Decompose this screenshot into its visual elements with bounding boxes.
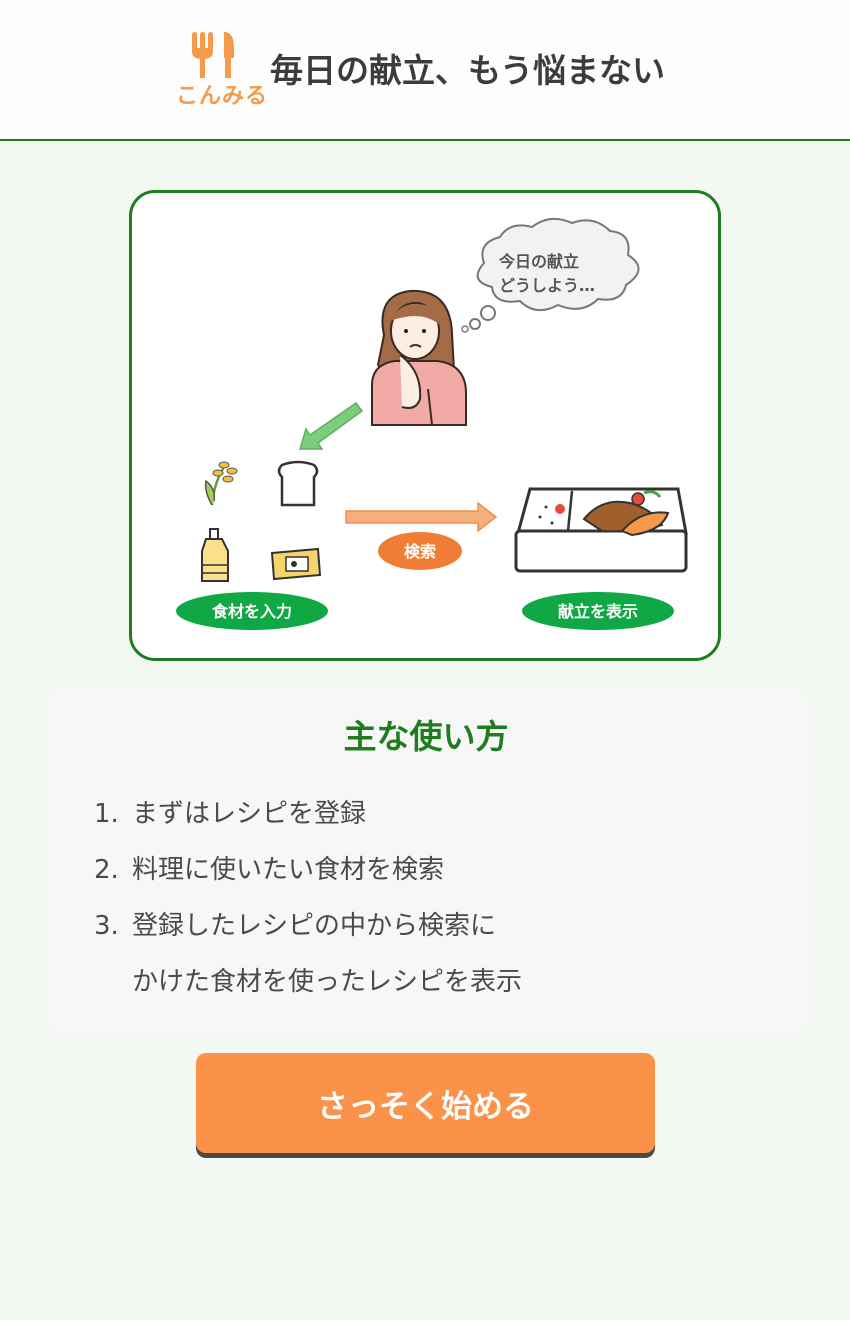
worried-woman-icon (371, 289, 467, 426)
step-number: 2. (94, 855, 119, 885)
thought-line-1: 今日の献立 (498, 252, 579, 271)
green-arrow-icon (298, 401, 364, 450)
orange-arrow-icon (345, 501, 498, 533)
thought-bubble: 今日の献立 どうしよう… (461, 217, 640, 333)
step-item: 3. 登録したレシピの中から検索に かけた食材を使ったレシピを表示 (94, 898, 522, 1010)
input-label: 食材を入力 (211, 602, 292, 621)
bento-box-icon (514, 487, 688, 573)
search-label: 検索 (404, 542, 436, 561)
step-item: 1. まずはレシピを登録 (94, 786, 522, 842)
output-label: 献立を表示 (558, 602, 638, 621)
step-text: 料理に使いたい食材を検索 (132, 855, 445, 885)
illustration-canvas: 今日の献立 どうしよう… 食材を入力 検索 献立を表示 (176, 217, 688, 630)
page-title: 毎日の献立、もう悩まない (270, 51, 666, 90)
step-number: 1. (94, 799, 119, 829)
app-logo[interactable]: こんみる (176, 28, 271, 109)
thought-line-2: どうしよう… (499, 276, 595, 295)
get-started-button[interactable]: さっそく始める (196, 1053, 655, 1153)
step-number: 3. (94, 911, 119, 941)
fork-knife-icon (192, 32, 234, 78)
bread-icon (277, 460, 319, 507)
step-item: 2. 料理に使いたい食材を検索 (94, 842, 522, 898)
butter-icon (270, 547, 322, 581)
app-header: こんみる 毎日の献立、もう悩まない (0, 0, 850, 141)
how-to-use-title: 主な使い方 (343, 717, 509, 756)
step-text: まずはレシピを登録 (132, 799, 367, 829)
how-it-works-illustration: 今日の献立 どうしよう… 食材を入力 検索 献立を表示 (129, 190, 721, 661)
oil-bottle-icon (201, 528, 229, 582)
step-text: 登録したレシピの中から検索に かけた食材を使ったレシピを表示 (132, 911, 523, 997)
rice-plant-icon (204, 461, 238, 506)
how-to-use-section: 主な使い方 1. まずはレシピを登録 2. 料理に使いたい食材を検索 3. 登録… (44, 688, 808, 1032)
steps-list: 1. まずはレシピを登録 2. 料理に使いたい食材を検索 3. 登録したレシピの… (94, 786, 522, 1010)
logo-text: こんみる (176, 84, 269, 109)
